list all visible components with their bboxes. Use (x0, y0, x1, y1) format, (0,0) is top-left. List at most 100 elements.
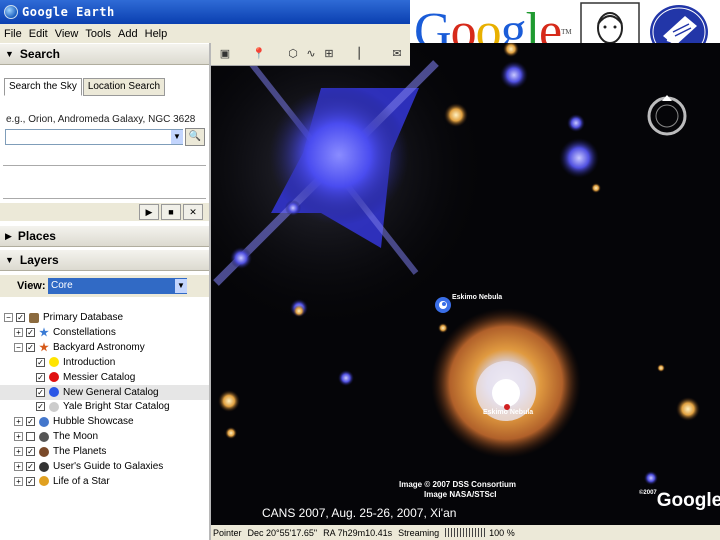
stop-tour-button[interactable]: ■ (161, 204, 181, 220)
layer-tree-row[interactable]: ✓ Introduction (0, 355, 209, 370)
expand-toggle-icon[interactable]: + (14, 417, 23, 427)
layer-tree-row[interactable]: + ✓ Life of a Star (0, 474, 209, 489)
sidebar-toggle-icon[interactable]: ▣ (217, 46, 233, 62)
window-title-bar[interactable]: Google Earth (0, 0, 410, 24)
menu-help[interactable]: Help (145, 28, 168, 40)
placemark-tool-icon[interactable]: 📍 (251, 46, 267, 62)
path-tool-icon[interactable]: ∿ (303, 46, 319, 62)
layer-label: User's Guide to Galaxies (53, 461, 164, 472)
expand-toggle-icon[interactable] (24, 402, 33, 411)
expand-toggle-icon[interactable]: + (14, 432, 23, 442)
polygon-tool-icon[interactable]: ⬡ (285, 46, 301, 62)
menu-view[interactable]: View (55, 28, 79, 40)
layer-checkbox[interactable]: ✓ (36, 357, 45, 367)
expand-toggle-icon[interactable]: + (14, 447, 23, 457)
expand-toggle-icon[interactable]: + (14, 327, 23, 337)
layer-label: Constellations (53, 326, 116, 338)
placemark-label[interactable]: Eskimo Nebula (452, 294, 502, 301)
menu-tools[interactable]: Tools (85, 28, 111, 40)
layer-tree-row[interactable]: + ✓ Hubble Showcase (0, 414, 209, 429)
layer-checkbox[interactable] (26, 432, 35, 442)
blue-star (230, 247, 252, 269)
orange-star (591, 183, 601, 193)
search-controls: ▶ ■ ✕ (0, 203, 209, 221)
layer-tree-row[interactable]: − ✓ Primary Database (0, 310, 209, 325)
layer-label: Primary Database (43, 312, 124, 323)
sky-viewport[interactable]: ▣ 📍 ⬡ ∿ ⊞ ▏ ✉ Eskimo Nebula Eskimo Nebul… (211, 43, 720, 540)
expand-toggle-icon[interactable]: + (14, 476, 23, 486)
layer-checkbox[interactable]: ✓ (26, 476, 35, 486)
window-title: Google Earth (22, 5, 115, 19)
sidebar: ▼ Search Search the Sky Location Search … (0, 43, 211, 540)
layer-tree-row[interactable]: ✓ Yale Bright Star Catalog (0, 399, 209, 414)
streaming-progress-bar (445, 528, 486, 537)
search-results-list[interactable] (3, 165, 206, 199)
layer-tree-row[interactable]: + ✓ Constellations (0, 325, 209, 340)
sun-icon (39, 476, 49, 487)
places-panel-title: Places (17, 229, 56, 243)
blue-star (559, 138, 599, 178)
layer-checkbox[interactable]: ✓ (26, 342, 35, 352)
tab-search-the-sky[interactable]: Search the Sky (4, 78, 82, 96)
sky-imagery (211, 43, 720, 540)
view-dropdown-button[interactable]: ▼ (175, 279, 187, 293)
expand-toggle-icon[interactable]: − (4, 313, 13, 322)
layer-tree: − ✓ Primary Database + ✓ Constellations − ✓ Back… (0, 306, 209, 540)
image-credit: Image © 2007 DSS Consortium (399, 480, 517, 489)
watermark-copyright: ©2007 (639, 490, 657, 496)
layer-checkbox[interactable]: ✓ (26, 417, 35, 427)
search-button[interactable]: 🔍 (185, 128, 205, 146)
layer-tree-row[interactable]: + ✓ User's Guide to Galaxies (0, 459, 209, 474)
layer-checkbox[interactable]: ✓ (26, 447, 35, 457)
layer-tree-row[interactable]: + ✓ The Planets (0, 444, 209, 459)
layer-checkbox[interactable]: ✓ (26, 327, 35, 337)
galaxy-icon (39, 461, 49, 472)
layer-tree-row[interactable]: ✓ New General Catalog (0, 384, 209, 400)
layer-checkbox[interactable]: ✓ (36, 402, 45, 412)
google-watermark: ©2007Google (639, 490, 720, 512)
places-panel-header[interactable]: ▶ Places (0, 225, 209, 247)
layer-tree-row[interactable]: ✓ Messier Catalog (0, 370, 209, 385)
tab-location-search[interactable]: Location Search (82, 78, 166, 96)
streaming-label: Streaming (398, 527, 440, 538)
layer-checkbox[interactable]: ✓ (26, 462, 35, 471)
email-icon[interactable]: ✉ (389, 46, 405, 62)
layer-checkbox[interactable]: ✓ (16, 313, 25, 322)
search-hint: e.g., Orion, Andromeda Galaxy, NGC 3628 (6, 114, 196, 125)
clear-results-button[interactable]: ✕ (183, 204, 203, 220)
slide-caption: CANS 2007, Aug. 25-26, 2007, Xi'an (262, 506, 457, 520)
expand-toggle-icon[interactable] (24, 388, 33, 397)
menu-edit[interactable]: Edit (29, 28, 48, 40)
view-toolbar: ▣ 📍 ⬡ ∿ ⊞ ▏ ✉ (211, 43, 410, 66)
search-input[interactable] (5, 129, 183, 145)
nebula-label[interactable]: Eskimo Nebula (483, 409, 533, 416)
layers-panel-header[interactable]: ▼ Layers (0, 249, 209, 271)
collapse-arrow-icon: ▼ (5, 49, 14, 59)
expand-toggle-icon[interactable]: − (14, 342, 23, 352)
layer-label: Backyard Astronomy (53, 341, 145, 353)
overlay-tool-icon[interactable]: ⊞ (321, 46, 337, 62)
status-bar: Pointer Dec 20°55'17.65" RA 7h29m10.41s … (211, 525, 720, 540)
pointer-label: Pointer (213, 527, 242, 538)
menu-file[interactable]: File (4, 28, 22, 40)
placemark-icon[interactable] (435, 297, 451, 313)
expand-toggle-icon[interactable] (24, 373, 33, 382)
ruler-tool-icon[interactable]: ▏ (355, 46, 371, 62)
layer-tree-row[interactable]: + The Moon (0, 429, 209, 444)
layer-checkbox[interactable]: ✓ (36, 372, 45, 382)
search-panel-header[interactable]: ▼ Search (0, 43, 209, 65)
layer-label: Messier Catalog (63, 371, 136, 383)
orange-star (676, 397, 700, 421)
search-history-dropdown[interactable]: ▼ (171, 130, 183, 144)
view-select[interactable]: Core (48, 278, 187, 294)
orange-star (218, 390, 240, 412)
layer-checkbox[interactable]: ✓ (36, 387, 45, 397)
layer-tree-row[interactable]: − ✓ Backyard Astronomy (0, 340, 209, 355)
watermark-text: Google (656, 490, 720, 511)
expand-toggle-icon[interactable]: + (14, 462, 23, 471)
play-tour-button[interactable]: ▶ (139, 204, 159, 220)
menu-add[interactable]: Add (118, 28, 138, 40)
expand-toggle-icon[interactable] (24, 358, 33, 367)
layer-label: Hubble Showcase (53, 416, 134, 428)
orange-star (438, 323, 448, 333)
